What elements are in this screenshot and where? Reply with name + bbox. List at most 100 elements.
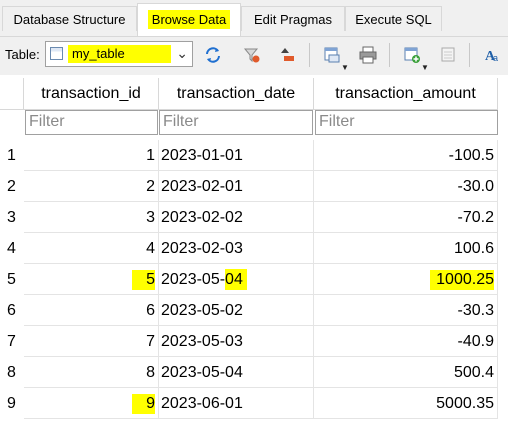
print-button[interactable] — [356, 43, 380, 67]
table-label: Table: — [5, 47, 40, 62]
table-cell-transaction-date[interactable]: 2023-05-02 — [159, 295, 314, 326]
save-dropdown-arrow-icon[interactable]: ▼ — [341, 63, 349, 72]
tab-browse-data-label: Browse Data — [147, 10, 231, 29]
cell-value: 1 — [146, 147, 155, 164]
table-cell-transaction-id[interactable]: 6 — [24, 295, 159, 326]
cell-value: -30.0 — [457, 178, 494, 195]
cell-value-highlight: 04 — [225, 269, 247, 290]
toolbar-separator — [389, 43, 390, 67]
svg-text:a: a — [493, 53, 498, 63]
cell-value: -70.2 — [457, 209, 494, 226]
table-cell-transaction-date[interactable]: 2023-01-01 — [159, 140, 314, 171]
corner-header[interactable] — [0, 78, 24, 110]
table-cell-transaction-amount[interactable]: -40.9 — [314, 326, 498, 357]
row-number[interactable]: 8 — [0, 364, 24, 382]
clear-filters-button[interactable] — [240, 43, 264, 67]
tab-database-structure[interactable]: Database Structure — [2, 6, 137, 31]
table-cell-transaction-amount[interactable]: -100.5 — [314, 140, 498, 171]
cell-value: 9 — [132, 394, 155, 414]
table-cell-transaction-amount[interactable]: 100.6 — [314, 233, 498, 264]
table-cell-transaction-date[interactable]: 2023-05-04 — [159, 357, 314, 388]
selected-table-name: my_table — [68, 45, 171, 63]
cell-value: 2023-02-01 — [161, 178, 243, 195]
cell-value: 8 — [146, 364, 155, 381]
cell-value: 2023-05-02 — [161, 302, 243, 319]
row-number[interactable]: 4 — [0, 240, 24, 258]
table-cell-transaction-date[interactable]: 2023-02-02 — [159, 202, 314, 233]
table-cell-transaction-amount[interactable]: 5000.35 — [314, 388, 498, 419]
row-number[interactable]: 5 — [0, 271, 24, 289]
column-header-transaction-amount[interactable]: transaction_amount — [314, 78, 498, 110]
cell-value: 100.6 — [453, 240, 494, 257]
delete-record-button[interactable] — [437, 43, 461, 67]
row-number[interactable]: 6 — [0, 302, 24, 320]
table-cell-transaction-id[interactable]: 3 — [24, 202, 159, 233]
toolbar-separator — [309, 43, 310, 67]
cell-value: 2023-06-01 — [161, 395, 243, 412]
table-cell-transaction-date[interactable]: 2023-02-01 — [159, 171, 314, 202]
cell-value-part: 2023-05- — [161, 271, 226, 288]
table-cell-transaction-id[interactable]: 9 — [24, 388, 159, 419]
print-icon — [359, 46, 377, 64]
row-number[interactable]: 7 — [0, 333, 24, 351]
insert-dropdown-arrow-icon[interactable]: ▼ — [421, 63, 429, 72]
table-cell-transaction-date[interactable]: 2023-02-03 — [159, 233, 314, 264]
filter-input-transaction-amount[interactable]: Filter — [315, 110, 498, 135]
cell-value: 1000.25 — [430, 270, 494, 290]
cell-value: -30.3 — [457, 302, 494, 319]
column-header-transaction-date[interactable]: transaction_date — [159, 78, 314, 110]
table-cell-transaction-amount[interactable]: -30.0 — [314, 171, 498, 202]
table-cell-transaction-id[interactable]: 4 — [24, 233, 159, 264]
table-icon — [50, 47, 63, 60]
cell-value: -40.9 — [457, 333, 494, 350]
delete-record-icon — [441, 47, 455, 62]
refresh-button[interactable] — [201, 43, 225, 67]
cell-value: 5000.35 — [436, 395, 494, 412]
column-header-transaction-id[interactable]: transaction_id — [24, 78, 159, 110]
browse-toolbar: Table: my_table ⌄ ▼ ▼ A a — [0, 37, 508, 75]
cell-value: 500.4 — [453, 364, 494, 381]
filter-input-transaction-id[interactable]: Filter — [25, 110, 158, 135]
cell-value: 5 — [132, 270, 155, 290]
insert-record-icon — [404, 47, 420, 63]
delete-sort-button[interactable] — [277, 43, 301, 67]
table-select[interactable]: my_table ⌄ — [45, 41, 193, 67]
tab-execute-sql[interactable]: Execute SQL — [345, 6, 442, 31]
table-cell-transaction-amount[interactable]: 500.4 — [314, 357, 498, 388]
table-cell-transaction-amount[interactable]: 1000.25 — [314, 264, 498, 295]
cell-value: 6 — [146, 302, 155, 319]
table-cell-transaction-date[interactable]: 2023-05-04 — [159, 264, 314, 295]
row-number[interactable]: 1 — [0, 147, 24, 165]
table-cell-transaction-id[interactable]: 7 — [24, 326, 159, 357]
table-cell-transaction-id[interactable]: 2 — [24, 171, 159, 202]
save-table-icon — [324, 47, 340, 63]
chevron-down-icon: ⌄ — [176, 45, 188, 61]
cell-value: 2023-05-04 — [161, 364, 243, 381]
tab-execute-sql-label: Execute SQL — [355, 12, 432, 27]
table-cell-transaction-amount[interactable]: -30.3 — [314, 295, 498, 326]
cell-value: 2023-05-03 — [161, 333, 243, 350]
table-cell-transaction-date[interactable]: 2023-06-01 — [159, 388, 314, 419]
tab-browse-data[interactable]: Browse Data — [137, 3, 241, 36]
clear-filters-icon — [243, 48, 260, 63]
cell-value: 4 — [146, 240, 155, 257]
text-format-icon: A a — [485, 49, 498, 64]
table-cell-transaction-id[interactable]: 8 — [24, 357, 159, 388]
tab-edit-pragmas-label: Edit Pragmas — [253, 12, 333, 27]
refresh-icon — [206, 47, 220, 63]
cell-value: 2023-01-01 — [161, 147, 243, 164]
tab-edit-pragmas[interactable]: Edit Pragmas — [241, 6, 345, 31]
tab-database-structure-label: Database Structure — [13, 12, 126, 27]
table-cell-transaction-id[interactable]: 5 — [24, 264, 159, 295]
text-format-button[interactable]: A a — [480, 43, 504, 67]
cell-value: 2023-05-04 — [161, 269, 247, 290]
filter-input-transaction-date[interactable]: Filter — [159, 110, 313, 135]
table-cell-transaction-id[interactable]: 1 — [24, 140, 159, 171]
table-cell-transaction-amount[interactable]: -70.2 — [314, 202, 498, 233]
cell-value: 7 — [146, 333, 155, 350]
row-number[interactable]: 2 — [0, 178, 24, 196]
row-number[interactable]: 9 — [0, 395, 24, 413]
row-number[interactable]: 3 — [0, 209, 24, 227]
table-cell-transaction-date[interactable]: 2023-05-03 — [159, 326, 314, 357]
data-grid: transaction_id transaction_date transact… — [0, 78, 508, 427]
